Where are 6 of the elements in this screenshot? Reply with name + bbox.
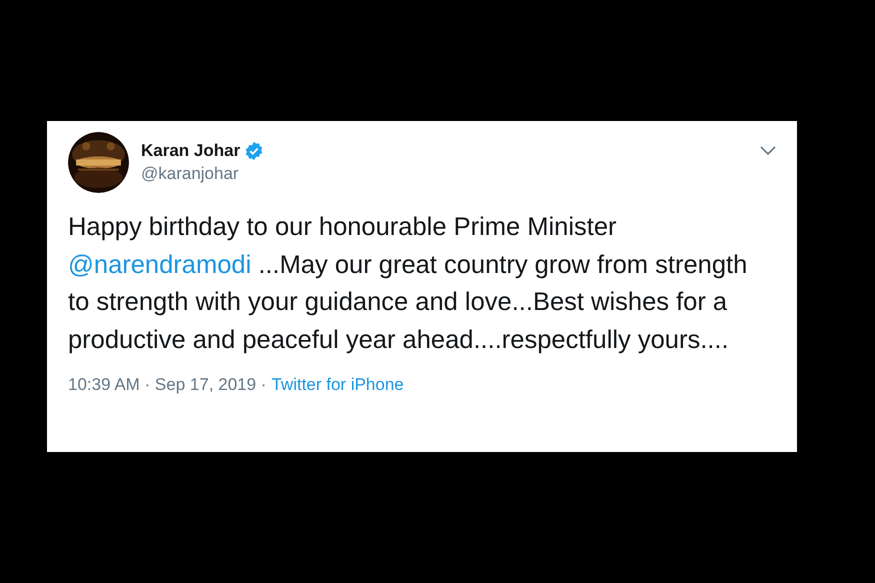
author-name[interactable]: Karan Johar xyxy=(141,141,240,161)
tweet-timestamp: 10:39 AM · Sep 17, 2019 · xyxy=(68,375,266,395)
author-handle[interactable]: @karanjohar xyxy=(141,164,747,184)
tweet-text: Happy birthday to our honourable Prime Minister @narendramodi ...May our great country grow from strength to strength with your guidance and love...Best wishes for a productive and peaceful year ahead....respectfully yours.... xyxy=(68,212,748,356)
source-link[interactable]: Twitter for iPhone xyxy=(271,375,404,395)
mention-link[interactable]: @narendramodi xyxy=(68,250,252,278)
